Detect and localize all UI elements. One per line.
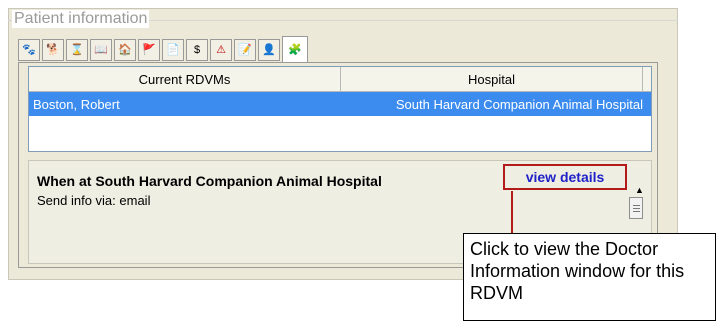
rdvm-grid[interactable]: Current RDVMs Hospital Boston, Robert So… [28, 66, 652, 152]
tab-paw-icon[interactable]: 🐾 [18, 39, 40, 61]
info-title: When at South Harvard Companion Animal H… [37, 173, 382, 189]
scroll-up-arrow-icon[interactable]: ▲ [635, 185, 644, 195]
tab-note-icon[interactable]: 📝 [234, 39, 256, 61]
cell-doctor-name: Boston, Robert [33, 96, 120, 112]
callout-connector-vertical [511, 191, 513, 236]
paw-icon: 🐾 [22, 43, 36, 56]
note-icon: 📝 [238, 43, 252, 56]
column-header-hospital[interactable]: Hospital [341, 67, 643, 91]
tab-alert-icon[interactable]: ⚠ [210, 39, 232, 61]
house-icon: 🏠 [118, 43, 132, 56]
tab-book-icon[interactable]: 📖 [90, 39, 112, 61]
scrollbar-thumb[interactable] [629, 197, 643, 219]
column-header-current-rdvms[interactable]: Current RDVMs [29, 67, 341, 91]
person-icon: 👤 [262, 43, 276, 56]
tab-page-icon[interactable]: 📄 [162, 39, 184, 61]
send-info-text: Send info via: email [37, 193, 151, 208]
tab-flag-icon[interactable]: 🚩 [138, 39, 160, 61]
page-icon: 📄 [166, 43, 180, 56]
grid-header: Current RDVMs Hospital [29, 67, 651, 92]
tab-person-icon[interactable]: 👤 [258, 39, 280, 61]
tab-puzzle-icon[interactable]: 🧩 [282, 36, 308, 63]
tab-dog-icon[interactable]: 🐕 [42, 39, 64, 61]
puzzle-icon: 🧩 [288, 43, 302, 56]
tab-ledger-icon[interactable]: $ [186, 39, 208, 61]
hourglass-icon: ⌛ [70, 43, 84, 56]
ledger-icon: $ [193, 43, 201, 56]
table-row[interactable]: Boston, Robert South Harvard Companion A… [29, 92, 651, 116]
flag-icon: 🚩 [142, 43, 156, 56]
tab-strip: 🐾 🐕 ⌛ 📖 🏠 🚩 📄 $ ⚠ 📝 👤 🧩 [18, 36, 310, 64]
alert-icon: ⚠ [216, 43, 226, 56]
book-icon: 📖 [94, 43, 108, 56]
callout-box: Click to view the Doctor Information win… [463, 233, 716, 321]
dog-icon: 🐕 [46, 43, 60, 56]
tab-house-icon[interactable]: 🏠 [114, 39, 136, 61]
tab-hourglass-icon[interactable]: ⌛ [66, 39, 88, 61]
cell-hospital-name: South Harvard Companion Animal Hospital [395, 96, 643, 112]
view-details-link[interactable]: view details [503, 164, 627, 190]
groupbox-title: Patient information [12, 10, 150, 28]
